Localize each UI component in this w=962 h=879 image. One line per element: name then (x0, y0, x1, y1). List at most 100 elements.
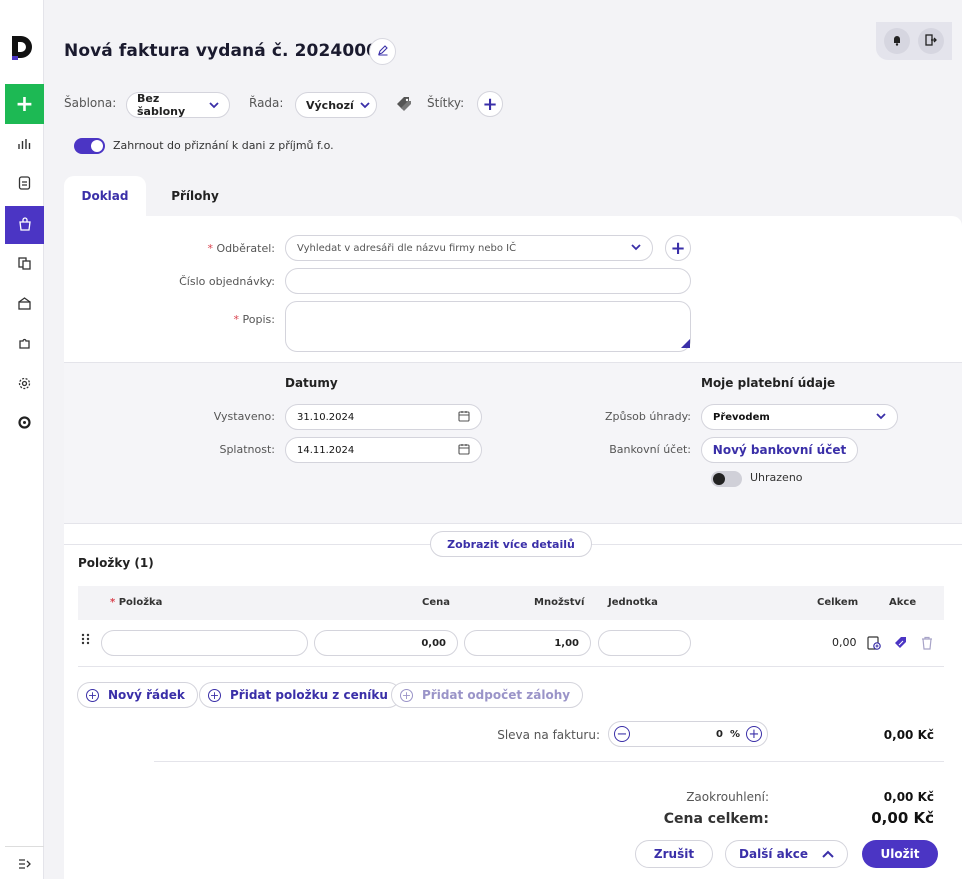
discount-tag-icon[interactable] (894, 636, 908, 653)
plus-circle-icon: + (208, 688, 221, 702)
objednavka-input[interactable] (285, 268, 691, 294)
menu-expand-icon (18, 858, 31, 873)
sidebar-item-sales[interactable] (5, 206, 44, 244)
rounding-value: 0,00 Kč (883, 790, 934, 804)
item-price-input[interactable]: 0,00 (314, 630, 458, 656)
discount-total: 0,00 Kč (883, 728, 934, 742)
save-button[interactable]: Uložit (862, 840, 938, 868)
rada-label: Řada: (249, 96, 284, 110)
paid-toggle[interactable] (711, 471, 742, 487)
logout-button[interactable] (918, 28, 944, 54)
sidebar-item-extensions[interactable] (5, 326, 44, 364)
discount-number: 0 (716, 728, 723, 740)
copy-icon (18, 257, 31, 273)
tax-return-toggle[interactable] (74, 138, 105, 154)
new-bank-account-button[interactable]: Nový bankovní účet (701, 437, 858, 463)
paid-label: Uhrazeno (750, 471, 803, 484)
total-value: 0,00 Kč (871, 809, 934, 827)
add-row-button[interactable]: + Nový řádek (77, 682, 198, 708)
add-from-pricelist-button[interactable]: + Přidat položku z ceníku (199, 682, 401, 708)
item-unit-input[interactable] (598, 630, 691, 656)
divider (154, 761, 944, 762)
top-right-toolbar (876, 22, 952, 60)
chevron-down-icon (360, 99, 370, 112)
cancel-button[interactable]: Zrušit (635, 840, 713, 868)
col-polozka: * Položka (110, 597, 162, 608)
bar-chart-icon (18, 138, 31, 153)
zpusob-label: Způsob úhrady: (604, 410, 691, 423)
sidebar-item-settings[interactable] (5, 366, 44, 404)
more-actions-button[interactable]: Další akce (725, 840, 848, 868)
col-celkem: Celkem (817, 597, 859, 608)
gear-icon (18, 377, 31, 393)
col-mnozstvi: Množství (534, 597, 585, 608)
items-title: Položky (1) (78, 556, 154, 570)
toggle-knob (713, 473, 725, 485)
rada-select[interactable]: Výchozí (295, 92, 377, 118)
toggle-knob (91, 140, 103, 152)
odberatel-search[interactable]: Vyhledat v adresáři dle názvu firmy nebo… (285, 235, 653, 261)
drag-handle-icon[interactable] (81, 633, 91, 648)
odberatel-label-text: Odběratel: (216, 242, 276, 255)
item-quantity-input[interactable]: 1,00 (464, 630, 591, 656)
add-from-pricelist-label: Přidat položku z ceníku (230, 688, 388, 702)
plus-circle-icon: + (86, 688, 99, 702)
sidebar-item-bank[interactable] (5, 286, 44, 324)
rounding-label: Zaokrouhlení: (686, 790, 769, 804)
sidebar: + (0, 0, 44, 879)
popis-label: * Popis: (144, 313, 275, 326)
trash-icon[interactable] (921, 636, 933, 653)
vystaveno-value: 31.10.2024 (297, 411, 355, 423)
pricelist-save-icon[interactable] (867, 636, 881, 653)
sablona-value: Bez šablony (137, 92, 186, 118)
shopping-bag-icon (18, 216, 32, 234)
tab-doklad[interactable]: Doklad (64, 176, 146, 216)
required-mark: * (207, 242, 214, 255)
sidebar-collapse-button[interactable] (5, 846, 44, 879)
plus-icon: + (482, 93, 498, 115)
chevron-down-icon (209, 99, 219, 112)
odberatel-placeholder: Vyhledat v adresáři dle názvu firmy nebo… (297, 242, 517, 254)
calendar-icon (458, 443, 470, 458)
sidebar-item-reports[interactable] (5, 126, 44, 164)
splatnost-value: 14.11.2024 (297, 444, 355, 456)
zpusob-value: Převodem (713, 411, 770, 423)
sablona-select[interactable]: Bez šablony (126, 92, 230, 118)
plus-circle-icon[interactable]: + (746, 726, 762, 742)
resize-handle-icon[interactable] (681, 338, 690, 351)
popis-label-text: Popis: (242, 313, 275, 326)
item-total: 0,00 (832, 636, 857, 649)
sidebar-item-purchases[interactable] (5, 246, 44, 284)
puzzle-icon (18, 337, 31, 353)
calendar-icon (458, 410, 470, 425)
items-table-header: * Položka Cena Množství Jednotka Celkem … (78, 586, 944, 620)
chevron-down-icon (631, 243, 641, 254)
show-more-details-button[interactable]: Zobrazit více detailů (430, 531, 592, 557)
add-tag-button[interactable]: + (477, 91, 503, 117)
col-jednotka: Jednotka (608, 597, 658, 608)
popis-textarea[interactable] (285, 301, 691, 352)
item-name-input[interactable] (101, 630, 308, 656)
tab-doklad-label: Doklad (81, 189, 129, 203)
col-cena: Cena (422, 597, 450, 608)
discount-stepper[interactable]: − 0 % + (608, 721, 768, 747)
sablona-label: Šablona: (64, 96, 117, 110)
splatnost-label: Splatnost: (219, 443, 275, 456)
notifications-button[interactable] (884, 28, 910, 54)
add-row-label: Nový řádek (108, 688, 185, 702)
add-customer-button[interactable]: + (665, 235, 691, 261)
splatnost-input[interactable]: 14.11.2024 (285, 437, 482, 463)
vystaveno-input[interactable]: 31.10.2024 (285, 404, 482, 430)
app-logo[interactable] (10, 34, 36, 62)
tab-prilohy[interactable]: Přílohy (154, 176, 236, 216)
sidebar-item-documents[interactable] (5, 165, 44, 203)
edit-title-button[interactable] (369, 38, 396, 65)
odberatel-label: * Odběratel: (144, 242, 276, 255)
payment-title: Moje platební údaje (701, 376, 836, 390)
sidebar-item-help[interactable] (5, 405, 44, 443)
add-deposit-button[interactable]: + Přidat odpočet zálohy (391, 682, 584, 708)
create-new-button[interactable]: + (5, 84, 44, 124)
minus-circle-icon[interactable]: − (614, 726, 630, 742)
zpusob-select[interactable]: Převodem (701, 404, 898, 430)
discount-value: 0 % (716, 729, 740, 740)
